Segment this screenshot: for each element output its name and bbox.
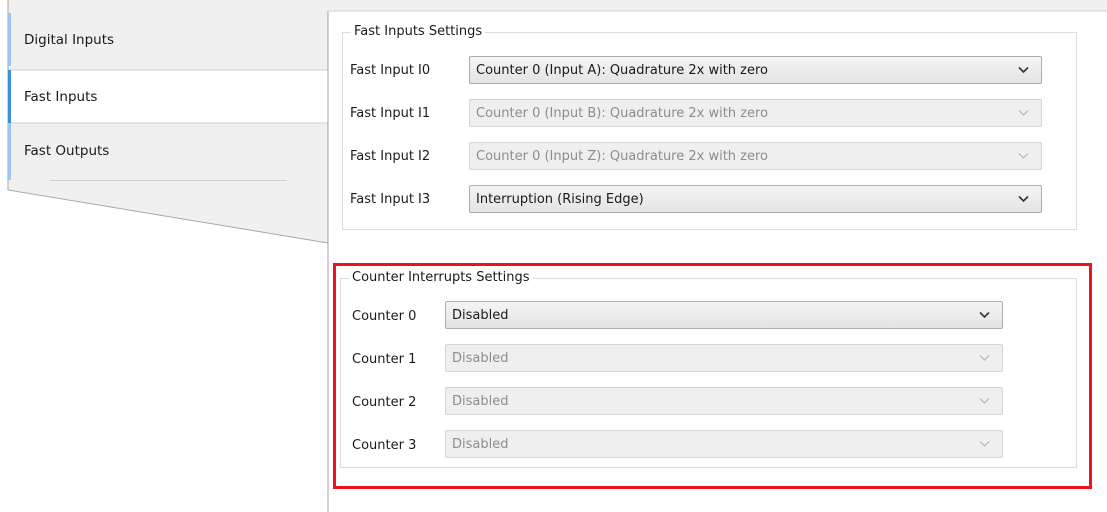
chevron-down-icon [1018, 153, 1029, 159]
fast-input-i3-select[interactable]: Interruption (Rising Edge) [469, 185, 1042, 213]
chevron-down-icon [1018, 195, 1029, 203]
sidebar-item-fast-outputs[interactable]: Fast Outputs [8, 123, 328, 180]
fast-input-i0-select[interactable]: Counter 0 (Input A): Quadrature 2x with … [469, 56, 1042, 84]
fast-input-i2-label: Fast Input I2 [350, 149, 431, 164]
sidebar-item-fast-inputs[interactable]: Fast Inputs [8, 70, 328, 123]
chevron-down-icon [1018, 110, 1029, 116]
tab-accent [8, 70, 11, 123]
fast-input-i0-label: Fast Input I0 [350, 63, 431, 78]
sidebar-item-label: Digital Inputs [24, 31, 115, 48]
chevron-down-icon [1018, 66, 1029, 74]
nav-divider [50, 180, 287, 181]
select-value: Interruption (Rising Edge) [476, 191, 644, 207]
sidebar-item-digital-inputs[interactable]: Digital Inputs [8, 13, 328, 66]
highlight-rectangle [333, 263, 1092, 489]
group-title: Fast Inputs Settings [351, 24, 486, 40]
fast-input-i2-select[interactable]: Counter 0 (Input Z): Quadrature 2x with … [469, 142, 1042, 170]
fast-input-i3-label: Fast Input I3 [350, 192, 431, 207]
select-value: Counter 0 (Input A): Quadrature 2x with … [476, 62, 768, 78]
fast-input-i1-select[interactable]: Counter 0 (Input B): Quadrature 2x with … [469, 99, 1042, 127]
tab-accent [8, 13, 11, 66]
select-value: Counter 0 (Input Z): Quadrature 2x with … [476, 148, 769, 164]
tab-accent [8, 123, 11, 180]
select-value: Counter 0 (Input B): Quadrature 2x with … [476, 105, 769, 121]
fast-input-i1-label: Fast Input I1 [350, 106, 431, 121]
sidebar-item-label: Fast Inputs [24, 88, 98, 105]
sidebar-item-label: Fast Outputs [24, 143, 110, 159]
